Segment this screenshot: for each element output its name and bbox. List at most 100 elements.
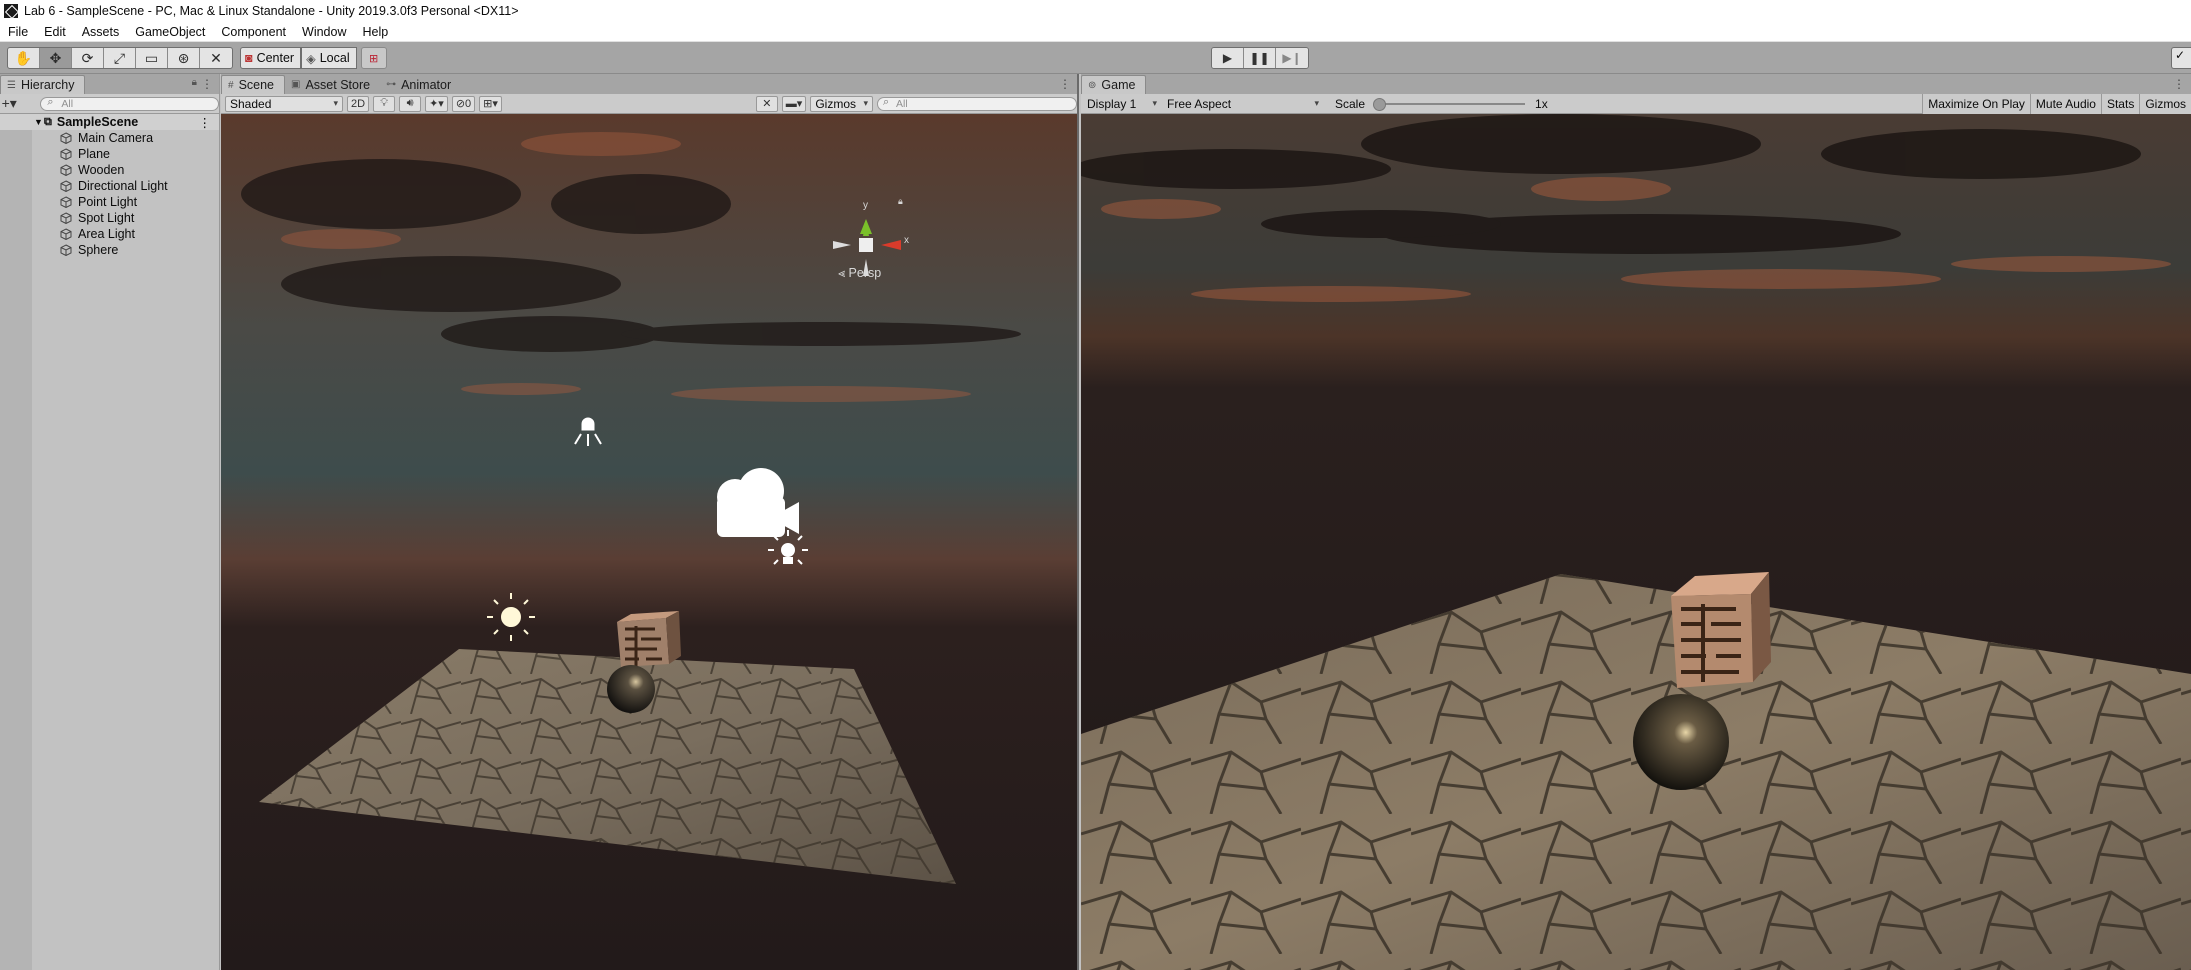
panel-menu-icon[interactable]: ⋮ — [201, 77, 213, 91]
scene-viewport[interactable]: y x 🔒︎ ⪡ Persp — [221, 114, 1077, 970]
tab-animator[interactable]: ⊶ Animator — [380, 75, 461, 94]
lighting-toggle-icon[interactable]: 💡︎ — [373, 95, 396, 112]
game-panel: ⊚ Game ⋮ Display 1 Free Aspect Scale 1x … — [1081, 74, 2191, 970]
tab-game-label: Game — [1101, 78, 1136, 92]
game-render — [1081, 114, 2191, 970]
play-icon[interactable]: ▶ — [1212, 48, 1244, 68]
gameobject-cube-icon — [60, 244, 72, 257]
scene-toolbar: Shaded 2D 💡︎ 🔊︎ ✦▾ ⊘ 0 ⊞▾ ✕ ▬▾ Gizmos Al… — [221, 94, 1077, 114]
tab-hierarchy-label: Hierarchy — [20, 78, 75, 92]
audio-toggle-icon[interactable]: 🔊︎ — [399, 95, 422, 112]
pause-icon[interactable]: ❚❚ — [1244, 48, 1276, 68]
local-icon: ◈ — [306, 51, 316, 66]
tab-hierarchy[interactable]: ☰ Hierarchy — [0, 75, 86, 94]
menu-assets[interactable]: Assets — [74, 25, 128, 39]
hierarchy-search-input[interactable]: All — [40, 96, 219, 111]
pivot-mode-label: Center — [256, 51, 295, 65]
pivot-mode-button[interactable]: ◙ Center — [240, 47, 302, 69]
hierarchy-item[interactable]: Main Camera — [0, 130, 219, 146]
gamepad-icon: ⊚ — [1088, 79, 1097, 91]
display-label: Display 1 — [1087, 96, 1137, 111]
gizmo-lock-icon[interactable]: 🔒︎ — [898, 196, 903, 207]
camera-settings-icon[interactable]: ▬▾ — [781, 95, 807, 112]
rotate-icon[interactable]: ⟳ — [72, 48, 104, 68]
menu-edit[interactable]: Edit — [36, 25, 74, 39]
hierarchy-item-label: Point Light — [78, 195, 138, 209]
projection-label[interactable]: ⪡ Persp — [838, 266, 881, 281]
sphere-object — [607, 665, 655, 713]
scale-icon[interactable]: ⤢ — [104, 48, 136, 68]
pivot-rotation-label: Local — [319, 51, 350, 65]
hierarchy-item-label: Directional Light — [78, 179, 168, 193]
panel-menu-icon[interactable]: ⋮ — [1059, 77, 1071, 91]
effects-toggle-icon[interactable]: ✦▾ — [425, 95, 448, 112]
main-toolbar: ✋ ✥ ⟳ ⤢ ▭ ⊛ ✕ ◙ Center ◈ Local ⊞ ▶ ❚❚ ▶❙… — [0, 42, 2191, 74]
collab-check-icon[interactable]: ✓ — [2171, 47, 2191, 69]
hidden-count: 0 — [465, 97, 472, 110]
expand-arrow-icon[interactable]: ▼ — [34, 117, 43, 127]
scene-row[interactable]: ▼ ⧉ SampleScene ⋮ — [0, 114, 219, 130]
hierarchy-item-label: Spot Light — [78, 211, 135, 225]
game-toolbar: Display 1 Free Aspect Scale 1x Maximize … — [1081, 93, 2191, 114]
tab-asset-store[interactable]: ▣ Asset Store — [285, 75, 380, 94]
mute-audio-button[interactable]: Mute Audio — [2029, 93, 2101, 114]
menu-window[interactable]: Window — [294, 25, 354, 39]
transform-icon[interactable]: ⊛ — [168, 48, 200, 68]
panel-menu-icon[interactable]: ⋮ — [2173, 77, 2185, 91]
menu-file[interactable]: File — [0, 25, 36, 39]
hierarchy-item[interactable]: Point Light — [0, 194, 219, 210]
hierarchy-item-label: Wooden — [78, 163, 125, 177]
move-icon[interactable]: ✥ — [40, 48, 72, 68]
hierarchy-item[interactable]: Sphere — [0, 242, 219, 258]
tools-icon[interactable]: ✕ — [755, 95, 778, 112]
projection-text: Persp — [848, 266, 882, 280]
draw-mode-dropdown[interactable]: Shaded — [225, 95, 343, 112]
tab-scene[interactable]: # Scene — [221, 75, 286, 94]
hierarchy-item[interactable]: Plane — [0, 146, 219, 162]
hierarchy-item-label: Plane — [78, 147, 110, 161]
hierarchy-toolbar: +▾ All — [0, 94, 219, 114]
custom-tool-icon[interactable]: ✕ — [200, 48, 232, 68]
scene-menu-icon[interactable]: ⋮ — [199, 115, 212, 130]
pivot-rotation-button[interactable]: ◈ Local — [301, 47, 357, 69]
stats-button[interactable]: Stats — [2100, 93, 2140, 114]
gizmos-dropdown[interactable]: Gizmos — [810, 95, 873, 112]
grid-snap-icon[interactable]: ⊞ — [360, 47, 387, 69]
hierarchy-item[interactable]: Directional Light — [0, 178, 219, 194]
hidden-objects-button[interactable]: ⊘ 0 — [451, 95, 476, 112]
menu-component[interactable]: Component — [213, 25, 294, 39]
gameobject-cube-icon — [60, 180, 72, 193]
draw-mode-label: Shaded — [230, 96, 272, 111]
hand-icon[interactable]: ✋ — [8, 48, 40, 68]
scene-search-input[interactable]: All — [877, 96, 1077, 111]
hierarchy-item-label: Main Camera — [78, 131, 154, 145]
hierarchy-item[interactable]: Area Light — [0, 226, 219, 242]
rect-icon[interactable]: ▭ — [136, 48, 168, 68]
game-viewport[interactable] — [1081, 114, 2191, 970]
hierarchy-item[interactable]: Spot Light — [0, 210, 219, 226]
maximize-on-play-button[interactable]: Maximize On Play — [1922, 93, 2030, 114]
tab-game[interactable]: ⊚ Game — [1081, 75, 1147, 94]
step-icon[interactable]: ▶❙ — [1276, 48, 1308, 68]
2d-toggle-button[interactable]: 2D — [347, 95, 370, 112]
aspect-label: Free Aspect — [1167, 96, 1232, 111]
display-dropdown[interactable]: Display 1 — [1083, 96, 1161, 112]
unity-logo-icon — [4, 4, 18, 18]
aspect-dropdown[interactable]: Free Aspect — [1163, 96, 1323, 112]
hierarchy-search-placeholder: All — [61, 97, 74, 110]
shopping-bag-icon: ▣ — [291, 79, 301, 90]
hierarchy-item[interactable]: Wooden — [0, 162, 219, 178]
scene-render — [221, 114, 1077, 970]
gameobject-cube-icon — [60, 228, 72, 241]
game-tabs: ⊚ Game ⋮ — [1081, 74, 2191, 94]
menu-help[interactable]: Help — [354, 25, 396, 39]
grid-toggle-icon[interactable]: ⊞▾ — [479, 95, 502, 112]
menu-gameobject[interactable]: GameObject — [127, 25, 213, 39]
gizmos-button[interactable]: Gizmos — [2139, 93, 2191, 114]
tab-asset-store-label: Asset Store — [305, 77, 371, 92]
lock-icon[interactable]: 🔒︎ — [192, 77, 197, 88]
scale-slider[interactable] — [1373, 97, 1526, 111]
title-bar: Lab 6 - SampleScene - PC, Mac & Linux St… — [0, 0, 2191, 22]
add-icon[interactable]: +▾ — [0, 95, 18, 112]
scene-panel: # Scene ▣ Asset Store ⊶ Animator ⋮ Shade… — [221, 74, 1079, 970]
